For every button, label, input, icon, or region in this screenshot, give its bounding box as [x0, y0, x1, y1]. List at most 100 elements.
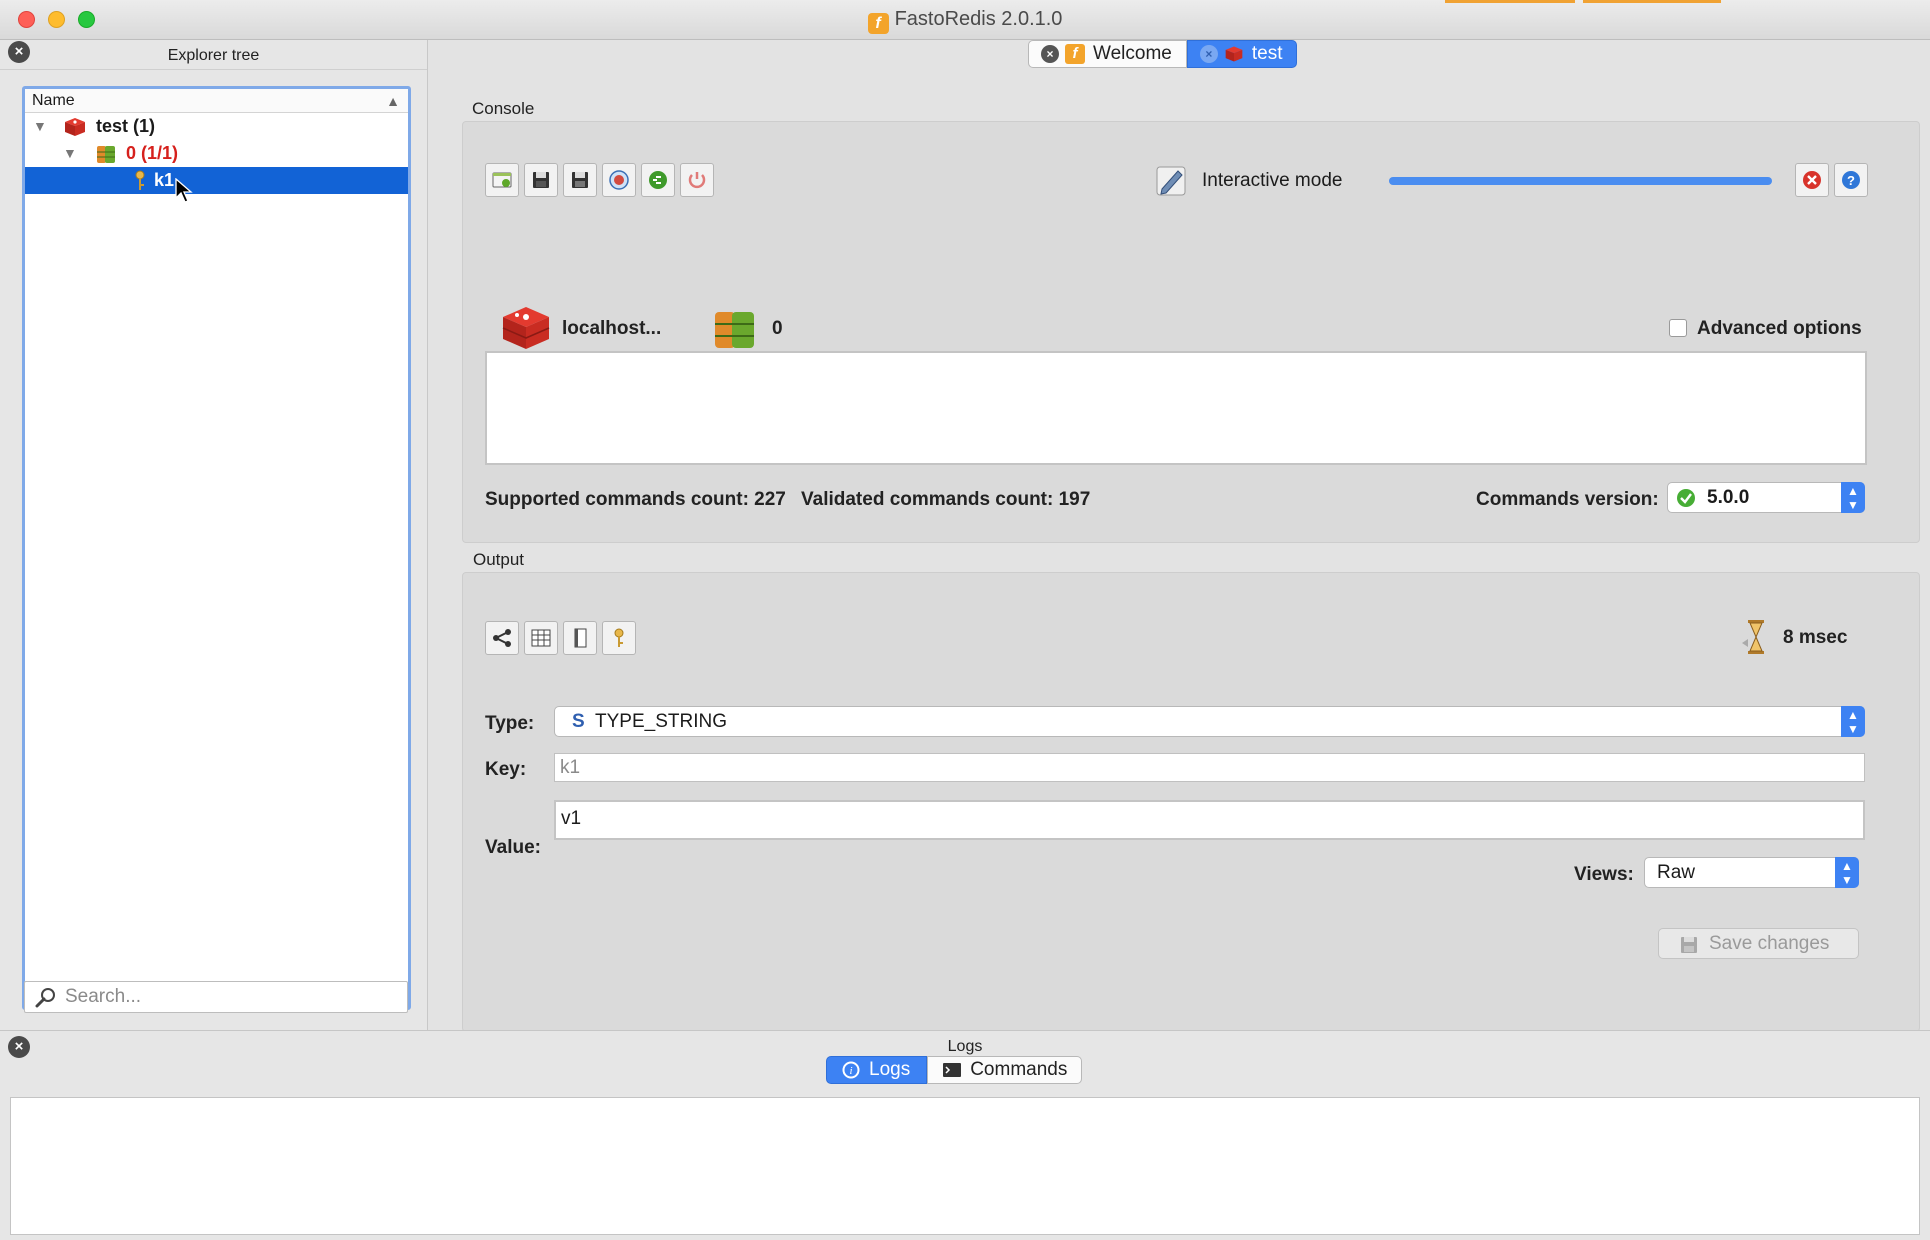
views-label: Views: — [1574, 864, 1634, 885]
text-view-button[interactable] — [563, 621, 597, 655]
tree-item-label: 0 (1/1) — [126, 143, 179, 163]
close-tab-icon[interactable]: × — [1041, 45, 1059, 63]
help-icon: ? — [1842, 171, 1860, 189]
validated-commands-count: Validated commands count: 197 — [801, 489, 1091, 510]
output-group-label: Output — [473, 550, 525, 569]
mouse-cursor-icon — [175, 178, 193, 203]
interactive-mode-icon — [1156, 166, 1186, 196]
help-button[interactable]: ? — [1834, 163, 1868, 197]
expand-arrow-icon[interactable]: ▼ — [63, 140, 77, 167]
save-changes-button[interactable]: Save changes — [1658, 928, 1859, 959]
tab-logs[interactable]: i Logs — [826, 1056, 928, 1084]
logs-output-area[interactable] — [10, 1097, 1920, 1235]
tab-label: Commands — [970, 1059, 1068, 1080]
value-field[interactable]: v1 — [554, 800, 1865, 840]
svg-text:i: i — [849, 1065, 852, 1077]
load-button[interactable] — [485, 163, 519, 197]
type-label: Type: — [485, 713, 535, 734]
type-value: TYPE_STRING — [595, 711, 727, 732]
key-label: Key: — [485, 759, 527, 780]
execute-icon — [649, 171, 667, 189]
tab-label: Logs — [869, 1059, 911, 1080]
save-changes-label: Save changes — [1709, 933, 1830, 954]
advanced-options-checkbox[interactable] — [1669, 319, 1687, 337]
app-window: f FastoRedis 2.0.1.0 Explorer tree × Name… — [0, 0, 1930, 1240]
logs-panel-title: Logs — [947, 1038, 983, 1055]
tree-item-key[interactable]: k1 — [25, 167, 408, 194]
stop-icon — [688, 172, 706, 189]
connect-button[interactable] — [602, 163, 636, 197]
table-view-button[interactable] — [524, 621, 558, 655]
console-input-editor[interactable] — [485, 351, 1867, 465]
execution-time: 8 msec — [1783, 627, 1848, 648]
key-view-icon — [614, 628, 624, 647]
redis-server-icon — [502, 307, 550, 349]
explorer-tree[interactable]: Name ▲ ▼ test (1) ▼ 0 (1/1) k1 — [22, 86, 411, 1010]
window-title-text: FastoRedis 2.0.1.0 — [894, 8, 1063, 30]
tree-view-button[interactable] — [485, 621, 519, 655]
type-select[interactable]: S TYPE_STRING ▲ ▼ — [554, 706, 1865, 737]
tree-item-database[interactable]: ▼ 0 (1/1) — [25, 140, 408, 167]
commands-version-select[interactable]: 5.0.0 ▲ ▼ — [1667, 482, 1865, 513]
sort-ascending-icon[interactable]: ▲ — [386, 89, 400, 113]
expand-arrow-icon[interactable]: ▼ — [33, 113, 47, 140]
check-icon — [1677, 489, 1695, 507]
tab-commands[interactable]: Commands — [927, 1056, 1083, 1084]
tab-label: test — [1251, 43, 1283, 64]
tab-label: Welcome — [1093, 43, 1172, 64]
text-view-icon — [574, 628, 587, 648]
fastoredis-icon: f — [1065, 44, 1085, 64]
save-icon — [1681, 937, 1697, 953]
views-select[interactable]: Raw ▲ ▼ — [1644, 857, 1859, 888]
cancel-button[interactable] — [1795, 163, 1829, 197]
info-icon: i — [842, 1061, 860, 1079]
advanced-options-label: Advanced options — [1697, 318, 1862, 339]
close-tab-icon[interactable]: × — [1199, 45, 1218, 63]
explorer-title: Explorer tree — [167, 47, 260, 64]
tree-view-icon — [493, 629, 511, 647]
explorer-panel: Explorer tree × Name ▲ ▼ test (1) ▼ 0 (1… — [0, 40, 428, 1030]
explorer-header: Explorer tree — [0, 40, 427, 70]
interactive-mode-label: Interactive mode — [1202, 170, 1343, 191]
terminal-icon — [943, 1063, 962, 1077]
database-icon — [97, 146, 115, 163]
close-icon[interactable]: × — [8, 41, 30, 63]
chevron-updown-icon: ▲ ▼ — [1835, 857, 1859, 888]
console-group-label: Console — [472, 99, 535, 118]
tree-item-label: k1 — [154, 170, 175, 190]
redis-server-icon — [1225, 46, 1243, 62]
tab-welcome[interactable]: × f Welcome — [1028, 40, 1187, 68]
tree-item-server[interactable]: ▼ test (1) — [25, 113, 408, 140]
fastoredis-app-icon: f — [867, 13, 889, 34]
redis-server-icon — [65, 118, 85, 136]
key-field[interactable]: k1 — [554, 753, 1865, 782]
svg-text:?: ? — [1847, 173, 1855, 188]
views-value: Raw — [1657, 862, 1696, 883]
stop-button[interactable] — [680, 163, 714, 197]
search-field[interactable] — [24, 981, 408, 1013]
logs-tabs: i Logs Commands — [826, 1056, 1083, 1085]
save-button[interactable] — [524, 163, 558, 197]
hourglass-icon — [1742, 620, 1764, 654]
commands-version-label: Commands version: — [1476, 489, 1659, 510]
save-as-button[interactable] — [563, 163, 597, 197]
title-bar-accent — [1445, 0, 1575, 3]
save-icon — [533, 172, 549, 188]
execute-button[interactable] — [641, 163, 675, 197]
server-name: localhost... — [562, 318, 662, 339]
search-input[interactable] — [65, 985, 395, 1009]
database-icon — [715, 312, 754, 348]
key-view-button[interactable] — [602, 621, 636, 655]
tab-test[interactable]: × test — [1186, 40, 1298, 68]
tree-item-label: test (1) — [96, 116, 156, 136]
tree-column-header[interactable]: Name ▲ — [25, 89, 408, 113]
key-icon — [135, 170, 145, 190]
main-area: × f Welcome × test Console Interactive m… — [429, 40, 1930, 1032]
commands-version-value: 5.0.0 — [1707, 487, 1750, 508]
tree-column-name: Name — [32, 92, 75, 109]
window-title: f FastoRedis 2.0.1.0 — [0, 8, 1930, 34]
search-icon — [35, 988, 55, 1008]
save-as-icon — [572, 172, 588, 188]
load-icon — [492, 172, 512, 188]
document-tabs: × f Welcome × test — [1028, 40, 1298, 68]
